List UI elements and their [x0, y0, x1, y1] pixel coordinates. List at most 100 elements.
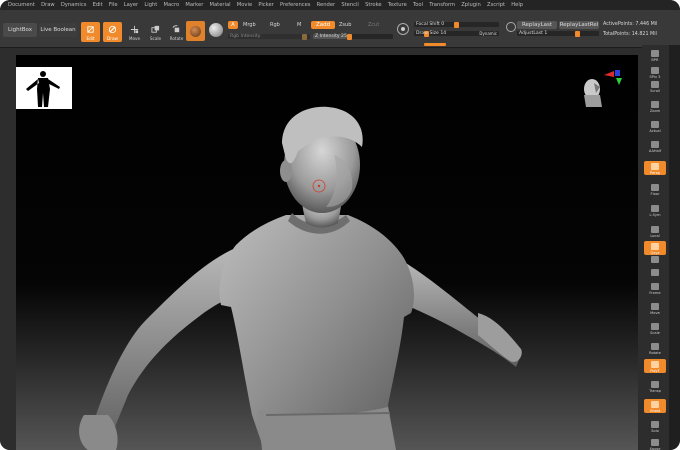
material-button[interactable] — [186, 21, 205, 41]
draw-size-label: Draw Size 14 — [416, 31, 447, 36]
menu-item-marker[interactable]: Marker — [185, 0, 203, 10]
menu-item-preferences[interactable]: Preferences — [280, 0, 311, 10]
shelf-button-xpose[interactable]: Xpose — [644, 437, 666, 450]
menu-item-zplugin[interactable]: Zplugin — [461, 0, 481, 10]
shelf-icon — [651, 342, 659, 350]
menu-item-edit[interactable]: Edit — [93, 0, 103, 10]
shelf-button-blank-12[interactable] — [644, 267, 666, 281]
shelf-icon — [651, 282, 659, 290]
shelf-icon — [651, 66, 659, 74]
tool-move-button[interactable]: Move — [125, 22, 144, 42]
z-intensity-thumb[interactable] — [347, 33, 352, 40]
shelf-icon — [651, 322, 659, 330]
shelf-button-ghost[interactable]: Ghost — [644, 399, 666, 413]
focal-shift-thumb[interactable] — [454, 21, 459, 28]
sculpt-model — [79, 106, 522, 450]
adjust-last-slider[interactable]: AdjustLast 1 — [517, 30, 599, 37]
rgb-intensity-thumb[interactable] — [302, 33, 307, 40]
dynamic-toggle[interactable]: Dynamic — [479, 31, 497, 36]
menu-item-zscript[interactable]: Zscript — [487, 0, 505, 10]
menu-item-texture[interactable]: Texture — [388, 0, 407, 10]
shelf-label: Rotate — [649, 351, 661, 355]
zadd-button[interactable]: Zadd — [311, 21, 335, 29]
shelf-label: L.Sym — [649, 213, 661, 217]
shelf-button-transp[interactable]: Transp — [644, 379, 666, 393]
canvas-viewport[interactable] — [16, 55, 638, 450]
shelf-button-rotate[interactable]: Rotate — [644, 341, 666, 355]
menu-item-picker[interactable]: Picker — [258, 0, 273, 10]
menu-item-draw[interactable]: Draw — [41, 0, 55, 10]
z-intensity-slider[interactable]: Z Intensity 25 — [313, 33, 393, 40]
replay-icon[interactable] — [506, 22, 516, 32]
silhouette-thumbnail[interactable] — [16, 67, 72, 109]
shelf-button-scroll[interactable]: Scroll — [644, 79, 666, 93]
shelf-button-floor[interactable]: Floor — [644, 182, 666, 196]
replay-last-rel-button[interactable]: ReplayLastRel — [559, 21, 599, 29]
zsub-button[interactable]: Zsub — [339, 22, 351, 28]
menu-item-dynamics[interactable]: Dynamics — [61, 0, 87, 10]
menu-item-macro[interactable]: Macro — [164, 0, 180, 10]
menu-item-render[interactable]: Render — [317, 0, 335, 10]
shelf-button-spix-3[interactable]: SPix 3 — [644, 65, 666, 79]
shelf-button-local[interactable]: Local — [644, 224, 666, 238]
shelf-button-persp[interactable]: Persp — [644, 161, 666, 175]
rgb-button[interactable]: Rgb — [270, 22, 280, 28]
shelf-label: Local — [650, 234, 660, 238]
tool-rotate-button[interactable]: Rotate — [167, 22, 186, 42]
tool-edit-button[interactable]: Edit — [81, 22, 100, 42]
menu-item-layer[interactable]: Layer — [124, 0, 138, 10]
shelf-icon — [651, 380, 659, 388]
menu-item-tool[interactable]: Tool — [413, 0, 423, 10]
tool-scale-button[interactable]: Scale — [146, 22, 165, 42]
shelf-icon — [651, 420, 659, 428]
menu-item-stencil[interactable]: Stencil — [341, 0, 359, 10]
menu-bar: Document Draw Dynamics Edit File Layer Light Ma… — [0, 0, 680, 10]
live-boolean-button[interactable]: Live Boolean — [39, 23, 77, 37]
menu-item-light[interactable]: Light — [144, 0, 157, 10]
stroke-icon[interactable] — [397, 23, 409, 35]
lightbox-button[interactable]: LightBox — [3, 23, 37, 37]
shelf-label: Scale — [650, 331, 660, 335]
menu-item-transform[interactable]: Transform — [429, 0, 455, 10]
shelf-button-actual[interactable]: Actual — [644, 119, 666, 133]
zcut-button[interactable]: Zcut — [368, 22, 379, 28]
menu-item-material[interactable]: Material — [210, 0, 231, 10]
scale-icon — [151, 25, 160, 34]
shelf-button-scale[interactable]: Scale — [644, 321, 666, 335]
shelf-label: PolyF — [650, 369, 660, 373]
shelf-icon — [651, 140, 659, 148]
mrgb-button[interactable]: Mrgb — [243, 22, 256, 28]
focal-shift-slider[interactable]: Focal Shift 0 — [414, 21, 499, 28]
texture-sphere-icon[interactable] — [209, 23, 223, 37]
menu-item-document[interactable]: Document — [8, 0, 35, 10]
tool-draw-button[interactable]: Draw — [103, 22, 122, 42]
shelf-button-l-sym[interactable]: L.Sym — [644, 203, 666, 217]
replay-last-button[interactable]: ReplayLast — [517, 21, 557, 29]
draw-size-slider[interactable]: Draw Size 14 Dynamic — [414, 30, 499, 37]
shelf-button-frame[interactable]: Frame — [644, 281, 666, 295]
menu-item-movie[interactable]: Movie — [237, 0, 252, 10]
adjust-last-thumb[interactable] — [575, 30, 580, 37]
rgb-intensity-slider[interactable]: Rgb Intensity — [228, 33, 310, 40]
shelf-icon — [651, 204, 659, 212]
shelf-icon — [651, 183, 659, 191]
shelf-button-qxyz[interactable]: Qxyz — [644, 241, 666, 255]
shelf-button-aahalf[interactable]: AAHalf — [644, 139, 666, 153]
shelf-button-solo[interactable]: Solo — [644, 419, 666, 433]
menu-item-help[interactable]: Help — [511, 0, 523, 10]
a-toggle[interactable]: A — [228, 21, 238, 29]
shelf-button-zoom[interactable]: Zoom — [644, 99, 666, 113]
right-scrollbar[interactable] — [669, 45, 680, 450]
axis-gizmo[interactable] — [602, 69, 622, 89]
tool-label: Move — [128, 36, 141, 41]
shelf-label: Solo — [651, 429, 659, 433]
menu-item-stroke[interactable]: Stroke — [365, 0, 382, 10]
shelf-button-bpr[interactable]: BPR — [644, 48, 666, 62]
shelf-button-move[interactable]: Move — [644, 301, 666, 315]
shelf-button-blank-11[interactable] — [644, 254, 666, 268]
menu-item-file[interactable]: File — [109, 0, 118, 10]
m-button[interactable]: M — [297, 22, 301, 28]
shelf-button-polyf[interactable]: PolyF — [644, 359, 666, 373]
tool-label: Edit — [86, 36, 95, 41]
rgb-intensity-label: Rgb Intensity — [230, 34, 261, 39]
